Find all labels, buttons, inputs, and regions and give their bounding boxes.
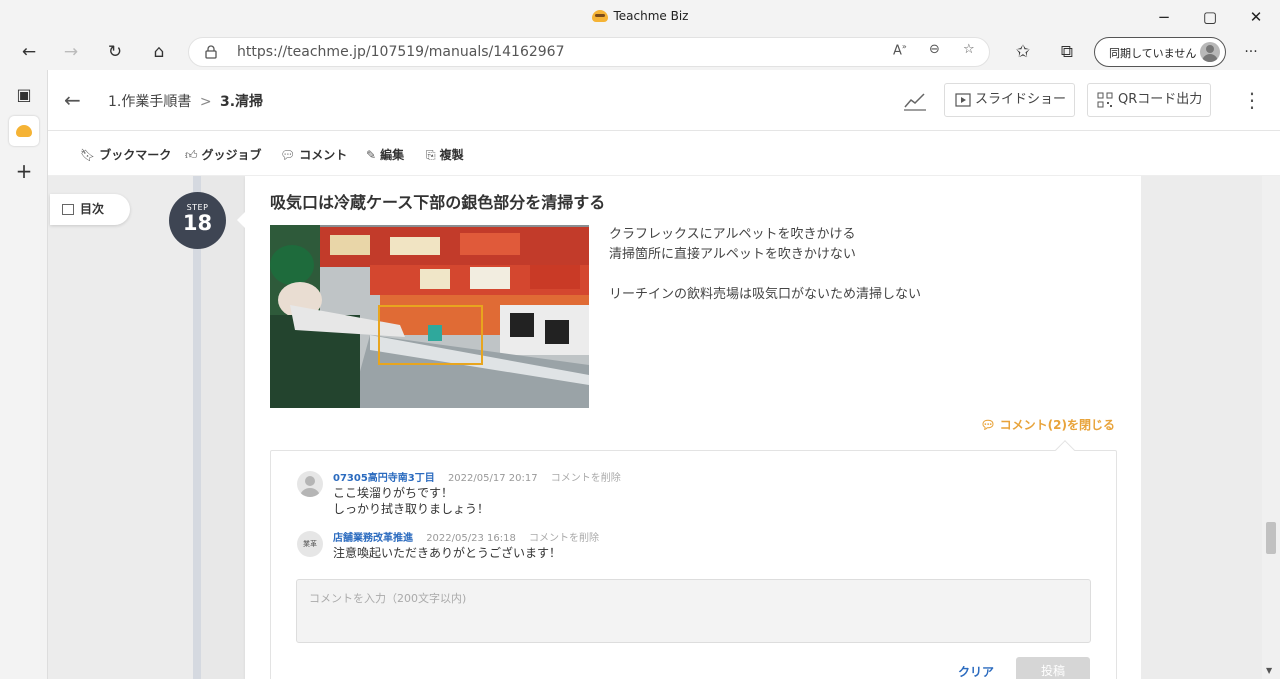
- step-title: 吸気口は冷蔵ケース下部の銀色部分を清掃する: [270, 193, 606, 212]
- address-bar[interactable]: https://teachme.jp/107519/manuals/141629…: [188, 37, 990, 67]
- goodjob-button[interactable]: 👍︎ グッジョブ: [185, 146, 262, 163]
- copy-button[interactable]: ⎘ 複製: [426, 146, 464, 163]
- scrollbar-thumb[interactable]: [1266, 522, 1276, 554]
- step-line: 清掃箇所に直接アルペットを吹きかけない: [609, 247, 856, 262]
- home-icon[interactable]: ⌂: [144, 38, 174, 66]
- back-arrow-icon[interactable]: ←: [64, 88, 81, 112]
- comment-meta: 店舗業務改革推進 2022/05/23 16:18 コメントを削除: [333, 529, 599, 544]
- step-line-blank: [609, 265, 921, 285]
- kebab-menu-icon[interactable]: ⋮: [1242, 86, 1262, 114]
- qr-code-icon: [1097, 92, 1113, 108]
- step-description: クラフレックスにアルペットを吹きかける 清掃箇所に直接アルペットを吹きかけない …: [609, 225, 921, 305]
- comment-bubble-icon: 💬︎: [980, 418, 996, 432]
- comment-avatar: 業革: [297, 531, 323, 557]
- profile-avatar-icon: [1200, 42, 1220, 62]
- toc-button[interactable]: 目次: [50, 194, 130, 225]
- step-line: クラフレックスにアルペットを吹きかける: [609, 227, 856, 242]
- url-text[interactable]: https://teachme.jp/107519/manuals/141629…: [237, 44, 565, 60]
- pencil-icon: ✎: [366, 148, 377, 162]
- step-card: 吸気口は冷蔵ケース下部の銀色部分を清掃する クラフレックスにアルペットを吹きかけ…: [237, 176, 1141, 679]
- more-icon[interactable]: ···: [1236, 38, 1266, 66]
- breadcrumb: 1.作業手順書 > 3.清掃: [108, 91, 263, 111]
- browser-sidebar: ▣ +: [0, 70, 48, 679]
- step-number-badge: STEP 18: [169, 192, 226, 249]
- bookmark-button[interactable]: 🔖︎ ブックマーク: [80, 146, 171, 163]
- comment-body: 注意喚起いただきありがとうございます！: [333, 546, 562, 560]
- post-button[interactable]: 投稿: [1016, 657, 1090, 679]
- add-favorite-icon[interactable]: ☆: [963, 42, 975, 57]
- clear-button[interactable]: クリア: [958, 663, 994, 679]
- back-icon[interactable]: ←: [14, 38, 44, 66]
- zoom-icon[interactable]: ⊖: [929, 42, 940, 57]
- list-icon: [62, 204, 74, 215]
- user-avatar-icon: [300, 476, 320, 497]
- lock-icon: [205, 45, 217, 59]
- bookmark-icon: 🔖︎: [80, 148, 96, 162]
- scroll-down-icon[interactable]: ▼: [1266, 666, 1272, 675]
- teachme-logo-icon: [591, 10, 608, 22]
- right-gutter: [1141, 176, 1280, 679]
- comment-panel: 07305高円寺南3丁目 2022/05/17 20:17 コメントを削除 ここ…: [270, 440, 1117, 679]
- step-photo[interactable]: [270, 225, 589, 408]
- thumbs-up-icon: 👍︎: [185, 148, 198, 162]
- comment-date: 2022/05/17 20:17: [447, 473, 538, 484]
- profile-label: 同期していません: [1109, 47, 1197, 60]
- comment-user[interactable]: 店舗業務改革推進: [333, 533, 413, 544]
- close-button[interactable]: ✕: [1236, 4, 1276, 30]
- app-header: ← 1.作業手順書 > 3.清掃 スライドショー QRコード出力 ⋮: [48, 70, 1280, 131]
- step-line: リーチインの飲料売場は吸気口がないため清掃しない: [609, 287, 922, 302]
- analytics-icon[interactable]: [903, 90, 927, 112]
- browser-navbar: ← → ↻ ⌂ https://teachme.jp/107519/manual…: [0, 34, 1280, 70]
- manual-content: 目次 STEP 18 吸気口は冷蔵ケース下部の銀色部分を清掃する クラフレックス…: [48, 176, 1280, 679]
- minimize-button[interactable]: −: [1144, 4, 1184, 30]
- forward-icon[interactable]: →: [56, 38, 86, 66]
- maximize-button[interactable]: ▢: [1190, 4, 1230, 30]
- new-tab-icon[interactable]: +: [9, 156, 39, 186]
- left-column: 目次 STEP 18: [48, 176, 226, 679]
- profile-button[interactable]: 同期していません: [1094, 37, 1226, 67]
- sidebar-tab-teachme[interactable]: [9, 116, 39, 146]
- comment-body: ここ埃溜りがちです！ しっかり拭き取りましょう！: [333, 486, 490, 516]
- breadcrumb-parent[interactable]: 1.作業手順書: [108, 94, 191, 110]
- comment-toggle[interactable]: 💬︎ コメント(2)を閉じる: [980, 416, 1115, 433]
- slideshow-button[interactable]: スライドショー: [944, 83, 1075, 117]
- delete-comment-link[interactable]: コメントを削除: [551, 473, 621, 484]
- edit-button[interactable]: ✎ 編集: [366, 146, 404, 163]
- copy-icon: ⎘: [426, 148, 436, 162]
- manual-toolbar: 🔖︎ ブックマーク 👍︎ グッジョブ 💬︎ コメント ✎ 編集 ⎘ 複製: [48, 132, 1280, 176]
- delete-comment-link[interactable]: コメントを削除: [529, 533, 599, 544]
- favorites-icon[interactable]: ✩: [1008, 38, 1038, 66]
- comment-meta: 07305高円寺南3丁目 2022/05/17 20:17 コメントを削除: [333, 469, 621, 484]
- comment-input[interactable]: コメントを入力（200文字以内): [296, 579, 1091, 643]
- window-title: Teachme Biz: [0, 9, 1280, 23]
- breadcrumb-current: 3.清掃: [220, 94, 264, 110]
- card-notch: [237, 212, 245, 228]
- teachme-tab-icon: [16, 125, 32, 137]
- window-titlebar: Teachme Biz − ▢ ✕: [0, 0, 1280, 34]
- qr-export-button[interactable]: QRコード出力: [1087, 83, 1211, 117]
- slideshow-icon: [955, 93, 971, 107]
- comment-icon: 💬︎: [280, 148, 296, 162]
- step-timeline: [193, 176, 201, 679]
- teachme-app: ← 1.作業手順書 > 3.清掃 スライドショー QRコード出力 ⋮ 🔖︎ ブック…: [48, 70, 1280, 679]
- comment-avatar: [297, 471, 323, 497]
- comment-panel-notch: [1055, 440, 1075, 460]
- refresh-icon[interactable]: ↻: [100, 38, 130, 66]
- tab-actions-icon[interactable]: ▣: [9, 80, 39, 110]
- breadcrumb-separator: >: [199, 94, 212, 110]
- read-aloud-icon[interactable]: A»: [893, 42, 907, 58]
- scrollbar[interactable]: ▼: [1262, 176, 1280, 679]
- comment-button[interactable]: 💬︎ コメント: [280, 146, 347, 163]
- step-number: 18: [182, 211, 213, 235]
- comment-date: 2022/05/23 16:18: [426, 533, 516, 544]
- comment-user[interactable]: 07305高円寺南3丁目: [333, 473, 435, 484]
- collections-icon[interactable]: ⧉: [1052, 38, 1082, 66]
